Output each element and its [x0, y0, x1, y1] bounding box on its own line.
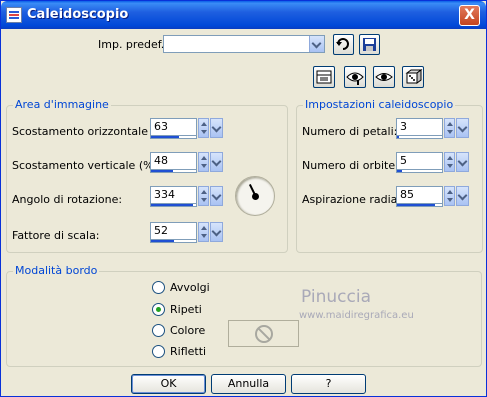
petals-spinner[interactable]: 3 — [396, 118, 469, 139]
updown-arrows-icon[interactable] — [444, 118, 455, 138]
rotation-dial[interactable] — [235, 176, 275, 216]
vertical-offset-spinner[interactable]: 48 — [150, 152, 223, 173]
border-mode-title: Modalità bordo — [13, 264, 100, 277]
radial-suction-slider[interactable] — [396, 204, 443, 207]
scale-factor-spinner[interactable]: 52 — [150, 222, 223, 243]
chevron-down-icon[interactable] — [210, 152, 223, 172]
chevron-down-icon[interactable] — [456, 118, 469, 138]
radio-wrap[interactable] — [152, 281, 165, 294]
eye-proof-icon — [375, 73, 393, 81]
petals-label: Numero di petali: — [302, 125, 398, 138]
radial-suction-label: Aspirazione radiale: — [302, 193, 411, 206]
horizontal-offset-input[interactable]: 63 — [150, 118, 197, 136]
layout-button[interactable] — [313, 66, 335, 88]
scale-factor-label: Fattore di scala: — [12, 229, 100, 242]
dialog-window: Caleidoscopio X Imp. predef.: Area d'imm… — [0, 0, 487, 397]
watermark-url: www.maidiregrafica.eu — [299, 310, 414, 321]
radio-reflect[interactable] — [152, 345, 165, 358]
image-area-title: Area d'immagine — [13, 98, 111, 111]
radial-suction-spinner[interactable]: 85 — [396, 186, 469, 207]
cancel-button[interactable]: Annulla — [211, 374, 286, 394]
scale-factor-slider[interactable] — [150, 240, 197, 243]
radio-color[interactable] — [152, 324, 165, 337]
slider-fill — [151, 170, 173, 172]
updown-arrows-icon[interactable] — [444, 186, 455, 206]
vertical-offset-slider[interactable] — [150, 170, 197, 173]
scale-factor-input[interactable]: 52 — [150, 222, 197, 240]
rotation-angle-input[interactable]: 334 — [150, 186, 197, 204]
save-icon — [363, 38, 376, 51]
orbits-spinner[interactable]: 5 — [396, 152, 469, 173]
watermark-name: Pinuccia — [301, 287, 371, 307]
radio-repeat[interactable] — [152, 303, 165, 316]
updown-arrows-icon[interactable] — [198, 222, 209, 242]
randomize-button[interactable] — [402, 66, 424, 88]
reset-preset-button[interactable] — [333, 34, 354, 55]
rotation-angle-slider[interactable] — [150, 204, 197, 207]
horizontal-offset-spinner[interactable]: 63 — [150, 118, 223, 139]
chevron-down-icon[interactable] — [210, 118, 223, 138]
preview-toggle-button[interactable] — [344, 66, 366, 88]
slider-fill — [397, 170, 402, 172]
dialog-layout-icon — [316, 70, 332, 84]
prohibited-icon — [255, 325, 273, 343]
orbits-input[interactable]: 5 — [396, 152, 443, 170]
updown-arrows-icon[interactable] — [444, 152, 455, 172]
ok-button[interactable]: OK — [131, 374, 206, 394]
help-button[interactable]: ? — [291, 374, 366, 394]
radial-suction-input[interactable]: 85 — [396, 186, 443, 204]
vertical-offset-label: Scostamento verticale (%): — [12, 159, 162, 172]
kaleidoscope-settings-title: Impostazioni caleidoscopio — [303, 98, 456, 111]
slider-fill — [151, 204, 193, 206]
updown-arrows-icon[interactable] — [198, 152, 209, 172]
close-button[interactable]: X — [459, 5, 480, 26]
updown-arrows-icon[interactable] — [198, 118, 209, 138]
orbits-slider[interactable] — [396, 170, 443, 173]
slider-fill — [151, 240, 175, 242]
radio-wrap-label[interactable]: Avvolgi — [170, 281, 210, 294]
vertical-offset-input[interactable]: 48 — [150, 152, 197, 170]
save-preset-button[interactable] — [359, 34, 380, 55]
updown-arrows-icon[interactable] — [198, 186, 209, 206]
slider-fill — [397, 204, 436, 206]
petals-slider[interactable] — [396, 136, 443, 139]
rotation-angle-label: Angolo di rotazione: — [12, 193, 123, 206]
radio-color-label[interactable]: Colore — [170, 324, 205, 337]
horizontal-offset-slider[interactable] — [150, 136, 197, 139]
chevron-down-icon[interactable] — [456, 152, 469, 172]
window-title: Caleidoscopio — [27, 7, 129, 22]
slider-fill — [151, 136, 180, 138]
dice-randomize-icon — [405, 69, 423, 84]
eye-preview-icon — [346, 72, 364, 85]
color-swatch-disabled[interactable] — [228, 320, 299, 347]
orbits-label: Numero di orbite: — [302, 159, 399, 172]
app-icon — [6, 7, 22, 23]
petals-input[interactable]: 3 — [396, 118, 443, 136]
dial-knob — [252, 193, 259, 200]
chevron-down-icon[interactable] — [309, 36, 324, 52]
chevron-down-icon[interactable] — [456, 186, 469, 206]
chevron-down-icon[interactable] — [210, 222, 223, 242]
radio-reflect-label[interactable]: Rifletti — [170, 345, 206, 358]
chevron-down-icon[interactable] — [210, 186, 223, 206]
radio-repeat-label[interactable]: Ripeti — [170, 303, 202, 316]
slider-fill — [397, 136, 400, 138]
rotation-angle-spinner[interactable]: 334 — [150, 186, 223, 207]
preset-label: Imp. predef.: — [98, 38, 168, 51]
title-bar[interactable]: Caleidoscopio X — [1, 1, 486, 29]
proof-toggle-button[interactable] — [373, 66, 395, 88]
reset-icon — [336, 38, 349, 50]
preset-dropdown[interactable] — [163, 35, 325, 53]
